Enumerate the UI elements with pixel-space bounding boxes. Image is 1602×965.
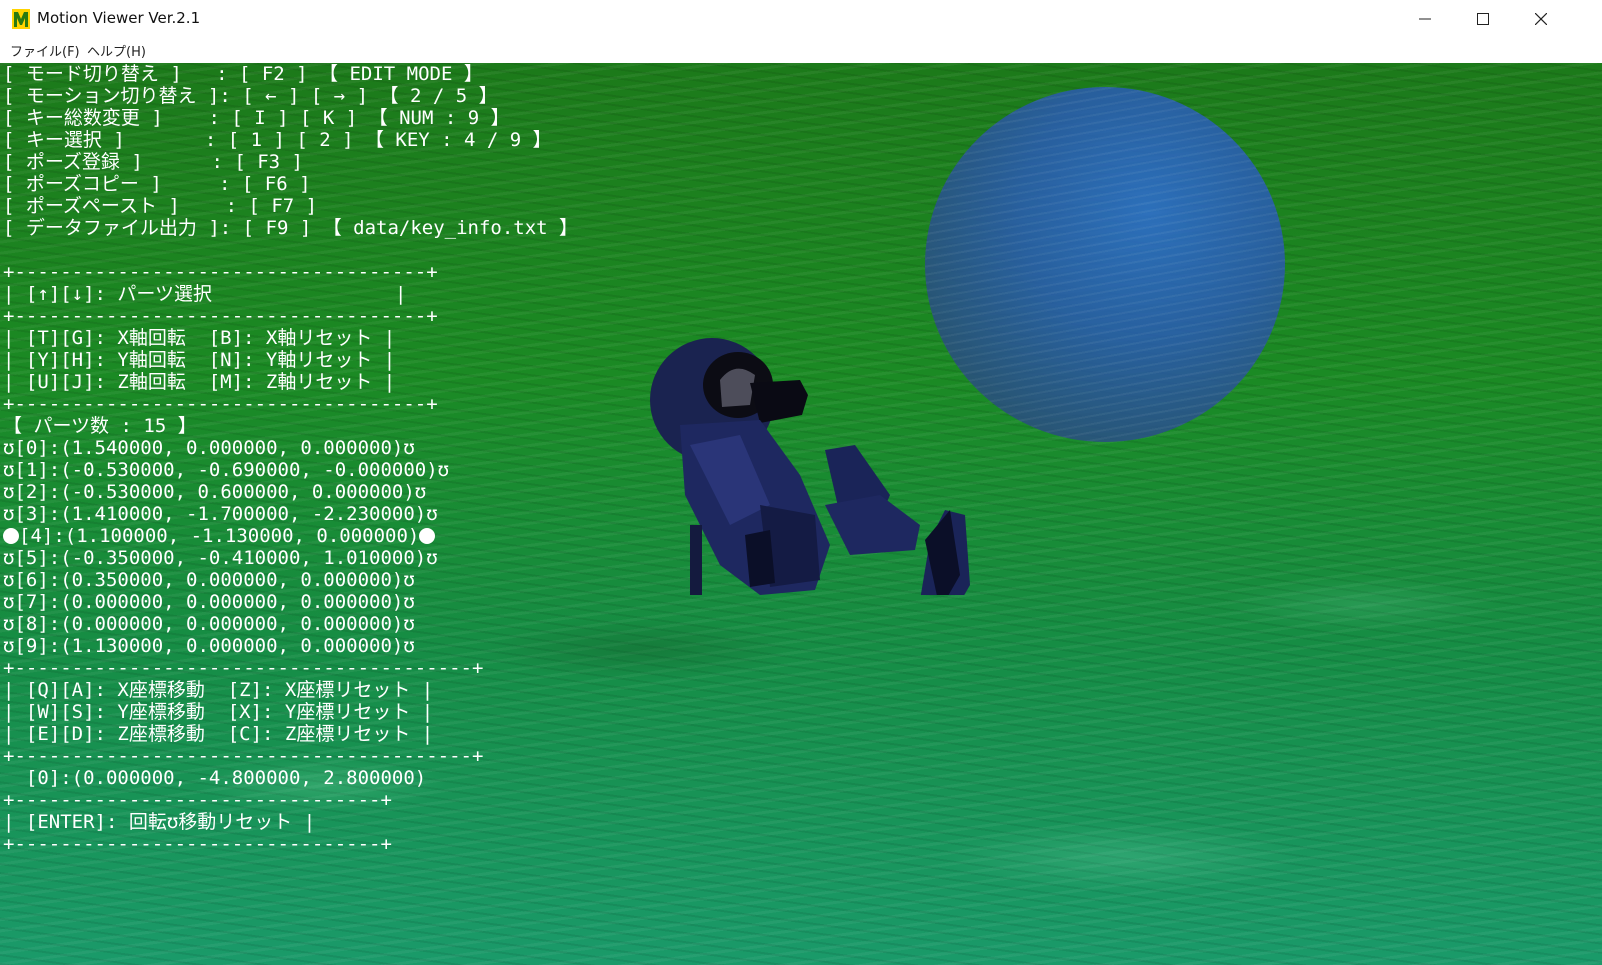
minimize-icon (1419, 18, 1431, 20)
window-title: Motion Viewer Ver.2.1 (37, 9, 201, 27)
hud-overlay: [ モード切り替え ] : [ F2 ] 【 EDIT MODE 】[ モーショ… (3, 63, 578, 855)
minimize-button[interactable] (1396, 0, 1454, 38)
menu-file[interactable]: ファイル(F) (10, 41, 80, 60)
app-window: Motion Viewer Ver.2.1 ファイル(F) ヘルプ(H) [モ… (0, 0, 1602, 965)
hud-line: [ モーション切り替え ]: [ ← ] [ → ] 【 2 / 5 】 (3, 85, 498, 107)
close-icon (1535, 13, 1547, 25)
hud-line: ʊ[9]:(1.130000, 0.000000, 0.000000)ʊ (3, 635, 415, 657)
hud-line: [ ポーズコピー ] : [ F6 ] (3, 173, 311, 195)
hud-line: ʊ[2]:(-0.530000, 0.600000, 0.000000)ʊ (3, 481, 427, 503)
hud-line: | [ENTER]: 回転ʊ移動リセット | (3, 811, 316, 833)
hud-line: ʊ[5]:(-0.350000, -0.410000, 1.010000)ʊ (3, 547, 438, 569)
hud-line (3, 239, 578, 261)
hud-line: ʊ[0]:(1.540000, 0.000000, 0.000000)ʊ (3, 437, 415, 459)
hud-line: [ モード切り替え ] : [ F2 ] 【 EDIT MODE 】 (3, 63, 483, 85)
hud-line: | [Q][A]: X座標移動 [Z]: X座標リセット | (3, 679, 434, 701)
character-model (650, 338, 970, 595)
3d-viewport[interactable]: [ モード切り替え ] : [ F2 ] 【 EDIT MODE 】[ モーショ… (0, 63, 1602, 965)
hud-line: ʊ[7]:(0.000000, 0.000000, 0.000000)ʊ (3, 591, 415, 613)
hud-line: ʊ[6]:(0.350000, 0.000000, 0.000000)ʊ (3, 569, 415, 591)
hud-line-selected: [4]:(1.100000, -1.130000, 0.000000) (3, 525, 578, 547)
selection-dot-icon (3, 528, 19, 544)
hud-line: ʊ[3]:(1.410000, -1.700000, -2.230000)ʊ (3, 503, 438, 525)
maximize-icon (1477, 13, 1489, 25)
hud-line: [ キー総数変更 ] : [ I ] [ K ] 【 NUM : 9 】 (3, 107, 510, 129)
hud-line: | [W][S]: Y座標移動 [X]: Y座標リセット | (3, 701, 434, 723)
hud-line: [ ポーズペースト ] : [ F7 ] (3, 195, 318, 217)
hud-line: [0]:(0.000000, -4.800000, 2.800000) (3, 767, 427, 789)
selection-dot-icon (419, 528, 436, 544)
hud-line: +---------------------------------------… (3, 745, 484, 767)
hud-line: +--------------------------------+ (3, 833, 392, 855)
title-bar[interactable]: Motion Viewer Ver.2.1 (0, 0, 1602, 38)
hud-line: [ データファイル出力 ]: [ F9 ] 【 data/key_info.tx… (3, 217, 579, 239)
hud-line: +--------------------------------+ (3, 789, 392, 811)
hud-line: | [U][J]: Z軸回転 [M]: Z軸リセット | (3, 371, 396, 393)
hud-line: [ ポーズ登録 ] : [ F3 ] (3, 151, 303, 173)
hud-line-text: [4]:(1.100000, -1.130000, 0.000000) (19, 525, 420, 547)
hud-line: +------------------------------------+ (3, 261, 438, 283)
menu-bar: ファイル(F) ヘルプ(H) (0, 38, 1602, 63)
hud-line: | [↑][↓]: パーツ選択 | (3, 283, 407, 305)
hud-line: | [Y][H]: Y軸回転 [N]: Y軸リセット | (3, 349, 396, 371)
hud-line: +------------------------------------+ (3, 305, 438, 327)
menu-help[interactable]: ヘルプ(H) (87, 41, 146, 60)
maximize-button[interactable] (1454, 0, 1512, 38)
app-logo-icon (12, 9, 30, 29)
hud-line: ʊ[1]:(-0.530000, -0.690000, -0.000000)ʊ (3, 459, 450, 481)
hud-line: +---------------------------------------… (3, 657, 484, 679)
hud-line: [ キー選択 ] : [ 1 ] [ 2 ] 【 KEY : 4 / 9 】 (3, 129, 552, 151)
hud-line: +------------------------------------+ (3, 393, 438, 415)
close-button[interactable] (1512, 0, 1570, 38)
hud-line: | [E][D]: Z座標移動 [C]: Z座標リセット | (3, 723, 434, 745)
hud-line: ʊ[8]:(0.000000, 0.000000, 0.000000)ʊ (3, 613, 415, 635)
hud-line: 【 パーツ数 : 15 】 (3, 415, 197, 437)
hud-line: | [T][G]: X軸回転 [B]: X軸リセット | (3, 327, 396, 349)
